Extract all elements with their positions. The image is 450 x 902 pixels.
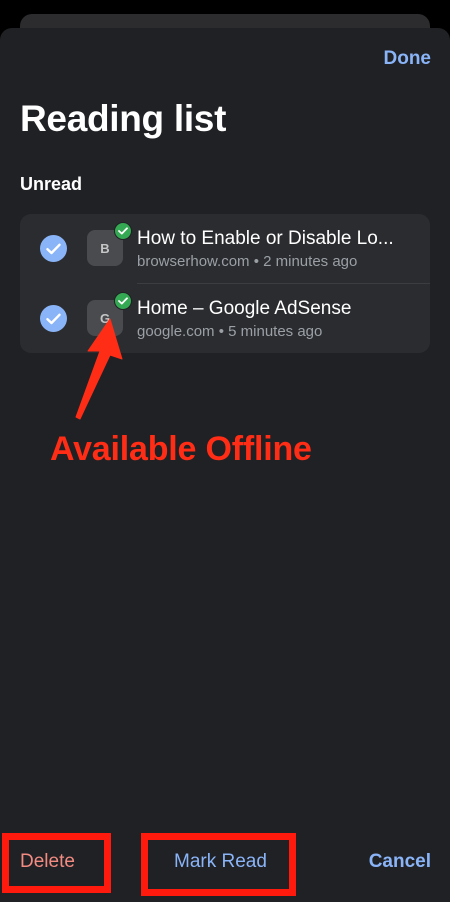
- highlight-box-delete: [2, 833, 111, 893]
- offline-available-icon: [114, 222, 132, 240]
- highlight-box-mark-read: [141, 833, 296, 896]
- done-button[interactable]: Done: [384, 48, 432, 70]
- selected-checkmark-icon[interactable]: [40, 235, 67, 262]
- list-item[interactable]: B How to Enable or Disable Lo... browser…: [20, 214, 430, 283]
- offline-available-icon: [114, 292, 132, 310]
- item-meta: browserhow.com • 2 minutes ago: [137, 253, 358, 270]
- screen: Done Reading list Unread B How to Enable…: [0, 0, 450, 902]
- item-meta: google.com • 5 minutes ago: [137, 323, 323, 340]
- item-title: How to Enable or Disable Lo...: [137, 228, 394, 249]
- item-title: Home – Google AdSense: [137, 298, 352, 319]
- annotation-label: Available Offline: [50, 430, 312, 468]
- section-label-unread: Unread: [20, 174, 83, 194]
- page-title: Reading list: [20, 98, 227, 139]
- cancel-button[interactable]: Cancel: [369, 851, 431, 873]
- annotation-arrow-icon: [75, 318, 123, 420]
